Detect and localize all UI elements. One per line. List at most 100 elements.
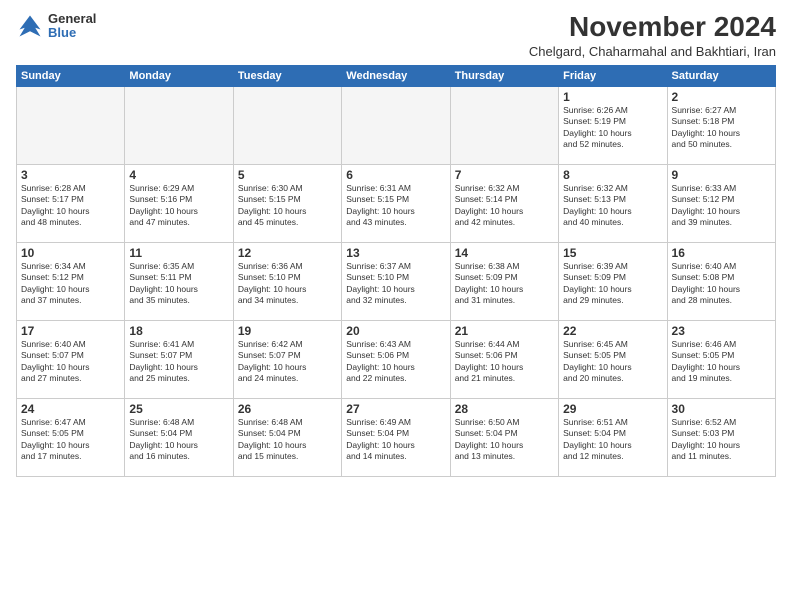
day-info: Sunrise: 6:40 AM Sunset: 5:08 PM Dayligh… [672, 261, 771, 307]
calendar-day-26: 26Sunrise: 6:48 AM Sunset: 5:04 PM Dayli… [233, 398, 341, 476]
day-number: 9 [672, 168, 771, 182]
day-info: Sunrise: 6:35 AM Sunset: 5:11 PM Dayligh… [129, 261, 228, 307]
day-number: 25 [129, 402, 228, 416]
day-number: 27 [346, 402, 445, 416]
day-number: 21 [455, 324, 554, 338]
calendar-day-4: 4Sunrise: 6:29 AM Sunset: 5:16 PM Daylig… [125, 164, 233, 242]
day-number: 18 [129, 324, 228, 338]
day-info: Sunrise: 6:27 AM Sunset: 5:18 PM Dayligh… [672, 105, 771, 151]
day-number: 14 [455, 246, 554, 260]
calendar-day-24: 24Sunrise: 6:47 AM Sunset: 5:05 PM Dayli… [17, 398, 125, 476]
day-number: 2 [672, 90, 771, 104]
calendar-week-row: 3Sunrise: 6:28 AM Sunset: 5:17 PM Daylig… [17, 164, 776, 242]
calendar-day-10: 10Sunrise: 6:34 AM Sunset: 5:12 PM Dayli… [17, 242, 125, 320]
calendar-day-5: 5Sunrise: 6:30 AM Sunset: 5:15 PM Daylig… [233, 164, 341, 242]
day-info: Sunrise: 6:51 AM Sunset: 5:04 PM Dayligh… [563, 417, 662, 463]
day-number: 15 [563, 246, 662, 260]
calendar-day-30: 30Sunrise: 6:52 AM Sunset: 5:03 PM Dayli… [667, 398, 775, 476]
day-info: Sunrise: 6:32 AM Sunset: 5:13 PM Dayligh… [563, 183, 662, 229]
logo-icon [16, 12, 44, 40]
calendar-week-row: 17Sunrise: 6:40 AM Sunset: 5:07 PM Dayli… [17, 320, 776, 398]
day-info: Sunrise: 6:47 AM Sunset: 5:05 PM Dayligh… [21, 417, 120, 463]
calendar-week-row: 24Sunrise: 6:47 AM Sunset: 5:05 PM Dayli… [17, 398, 776, 476]
calendar-day-13: 13Sunrise: 6:37 AM Sunset: 5:10 PM Dayli… [342, 242, 450, 320]
calendar-table: SundayMondayTuesdayWednesdayThursdayFrid… [16, 65, 776, 477]
day-number: 26 [238, 402, 337, 416]
day-info: Sunrise: 6:41 AM Sunset: 5:07 PM Dayligh… [129, 339, 228, 385]
calendar-empty-cell [233, 86, 341, 164]
title-block: November 2024 Chelgard, Chaharmahal and … [529, 12, 776, 59]
header: General Blue November 2024 Chelgard, Cha… [16, 12, 776, 59]
calendar-day-15: 15Sunrise: 6:39 AM Sunset: 5:09 PM Dayli… [559, 242, 667, 320]
day-info: Sunrise: 6:48 AM Sunset: 5:04 PM Dayligh… [238, 417, 337, 463]
day-number: 29 [563, 402, 662, 416]
day-number: 19 [238, 324, 337, 338]
calendar-empty-cell [125, 86, 233, 164]
calendar-empty-cell [450, 86, 558, 164]
day-number: 20 [346, 324, 445, 338]
day-number: 28 [455, 402, 554, 416]
calendar-day-20: 20Sunrise: 6:43 AM Sunset: 5:06 PM Dayli… [342, 320, 450, 398]
day-number: 5 [238, 168, 337, 182]
day-number: 10 [21, 246, 120, 260]
day-info: Sunrise: 6:48 AM Sunset: 5:04 PM Dayligh… [129, 417, 228, 463]
day-info: Sunrise: 6:40 AM Sunset: 5:07 PM Dayligh… [21, 339, 120, 385]
day-info: Sunrise: 6:38 AM Sunset: 5:09 PM Dayligh… [455, 261, 554, 307]
calendar-day-2: 2Sunrise: 6:27 AM Sunset: 5:18 PM Daylig… [667, 86, 775, 164]
day-info: Sunrise: 6:30 AM Sunset: 5:15 PM Dayligh… [238, 183, 337, 229]
day-number: 13 [346, 246, 445, 260]
calendar-day-9: 9Sunrise: 6:33 AM Sunset: 5:12 PM Daylig… [667, 164, 775, 242]
calendar-empty-cell [17, 86, 125, 164]
day-info: Sunrise: 6:49 AM Sunset: 5:04 PM Dayligh… [346, 417, 445, 463]
calendar-day-29: 29Sunrise: 6:51 AM Sunset: 5:04 PM Dayli… [559, 398, 667, 476]
day-info: Sunrise: 6:29 AM Sunset: 5:16 PM Dayligh… [129, 183, 228, 229]
calendar-week-row: 10Sunrise: 6:34 AM Sunset: 5:12 PM Dayli… [17, 242, 776, 320]
day-info: Sunrise: 6:39 AM Sunset: 5:09 PM Dayligh… [563, 261, 662, 307]
day-info: Sunrise: 6:26 AM Sunset: 5:19 PM Dayligh… [563, 105, 662, 151]
calendar-day-22: 22Sunrise: 6:45 AM Sunset: 5:05 PM Dayli… [559, 320, 667, 398]
day-info: Sunrise: 6:31 AM Sunset: 5:15 PM Dayligh… [346, 183, 445, 229]
day-number: 8 [563, 168, 662, 182]
logo-text: General Blue [48, 12, 96, 41]
calendar-header-saturday: Saturday [667, 65, 775, 86]
calendar-day-16: 16Sunrise: 6:40 AM Sunset: 5:08 PM Dayli… [667, 242, 775, 320]
calendar-day-27: 27Sunrise: 6:49 AM Sunset: 5:04 PM Dayli… [342, 398, 450, 476]
calendar-day-7: 7Sunrise: 6:32 AM Sunset: 5:14 PM Daylig… [450, 164, 558, 242]
calendar-header-tuesday: Tuesday [233, 65, 341, 86]
main-title: November 2024 [529, 12, 776, 43]
day-info: Sunrise: 6:45 AM Sunset: 5:05 PM Dayligh… [563, 339, 662, 385]
calendar-day-6: 6Sunrise: 6:31 AM Sunset: 5:15 PM Daylig… [342, 164, 450, 242]
calendar-day-1: 1Sunrise: 6:26 AM Sunset: 5:19 PM Daylig… [559, 86, 667, 164]
subtitle: Chelgard, Chaharmahal and Bakhtiari, Ira… [529, 44, 776, 59]
day-number: 11 [129, 246, 228, 260]
calendar-day-3: 3Sunrise: 6:28 AM Sunset: 5:17 PM Daylig… [17, 164, 125, 242]
day-number: 4 [129, 168, 228, 182]
logo-blue-text: Blue [48, 26, 96, 40]
calendar-week-row: 1Sunrise: 6:26 AM Sunset: 5:19 PM Daylig… [17, 86, 776, 164]
calendar-day-12: 12Sunrise: 6:36 AM Sunset: 5:10 PM Dayli… [233, 242, 341, 320]
day-info: Sunrise: 6:32 AM Sunset: 5:14 PM Dayligh… [455, 183, 554, 229]
day-info: Sunrise: 6:36 AM Sunset: 5:10 PM Dayligh… [238, 261, 337, 307]
day-info: Sunrise: 6:44 AM Sunset: 5:06 PM Dayligh… [455, 339, 554, 385]
day-info: Sunrise: 6:28 AM Sunset: 5:17 PM Dayligh… [21, 183, 120, 229]
day-info: Sunrise: 6:34 AM Sunset: 5:12 PM Dayligh… [21, 261, 120, 307]
calendar-header-wednesday: Wednesday [342, 65, 450, 86]
calendar-day-8: 8Sunrise: 6:32 AM Sunset: 5:13 PM Daylig… [559, 164, 667, 242]
calendar-day-14: 14Sunrise: 6:38 AM Sunset: 5:09 PM Dayli… [450, 242, 558, 320]
calendar-day-21: 21Sunrise: 6:44 AM Sunset: 5:06 PM Dayli… [450, 320, 558, 398]
calendar-header-thursday: Thursday [450, 65, 558, 86]
day-number: 3 [21, 168, 120, 182]
calendar-day-23: 23Sunrise: 6:46 AM Sunset: 5:05 PM Dayli… [667, 320, 775, 398]
day-info: Sunrise: 6:43 AM Sunset: 5:06 PM Dayligh… [346, 339, 445, 385]
day-info: Sunrise: 6:52 AM Sunset: 5:03 PM Dayligh… [672, 417, 771, 463]
day-info: Sunrise: 6:33 AM Sunset: 5:12 PM Dayligh… [672, 183, 771, 229]
day-number: 22 [563, 324, 662, 338]
day-info: Sunrise: 6:46 AM Sunset: 5:05 PM Dayligh… [672, 339, 771, 385]
calendar-day-19: 19Sunrise: 6:42 AM Sunset: 5:07 PM Dayli… [233, 320, 341, 398]
logo-general-text: General [48, 12, 96, 26]
day-info: Sunrise: 6:42 AM Sunset: 5:07 PM Dayligh… [238, 339, 337, 385]
day-info: Sunrise: 6:37 AM Sunset: 5:10 PM Dayligh… [346, 261, 445, 307]
day-number: 30 [672, 402, 771, 416]
calendar-day-18: 18Sunrise: 6:41 AM Sunset: 5:07 PM Dayli… [125, 320, 233, 398]
day-info: Sunrise: 6:50 AM Sunset: 5:04 PM Dayligh… [455, 417, 554, 463]
